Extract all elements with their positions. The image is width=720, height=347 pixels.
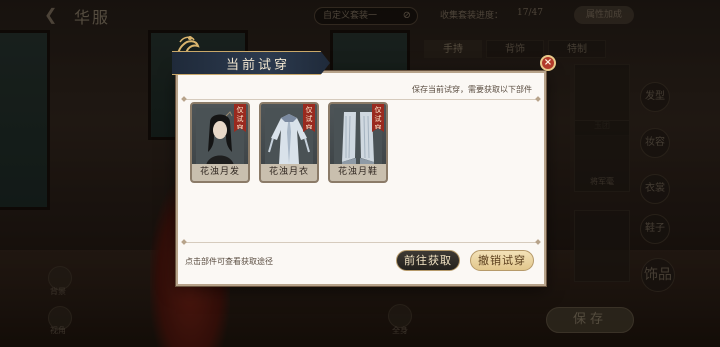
piece-name: 花浊月鞋 [330,164,386,181]
piece-card-hair[interactable]: 仅试穿 花浊月发 [190,102,250,183]
required-pieces-hint: 保存当前试穿，需要获取以下部件 [412,85,532,94]
trial-only-tag: 仅试穿 [303,104,315,132]
divider-ornament [535,239,541,245]
divider-top [184,99,538,100]
piece-name: 花浊月发 [192,164,248,181]
acquire-route-hint: 点击部件可查看获取途径 [185,257,273,266]
divider-bottom [184,242,538,243]
piece-name: 花浊月衣 [261,164,317,181]
trial-only-tag: 仅试穿 [234,104,246,132]
cancel-trial-button[interactable]: 撤销试穿 [470,250,534,271]
divider-ornament [535,96,541,102]
dialog-title: 当前试穿 [226,58,291,73]
divider-ornament [181,239,187,245]
trial-only-tag: 仅试穿 [372,104,384,132]
go-acquire-button[interactable]: 前往获取 [396,250,460,271]
divider-ornament [181,96,187,102]
close-button[interactable]: × [540,55,556,71]
piece-card-shoes[interactable]: 仅试穿 花浊月鞋 [328,102,388,183]
piece-card-robe[interactable]: 仅试穿 花浊月衣 [259,102,319,183]
